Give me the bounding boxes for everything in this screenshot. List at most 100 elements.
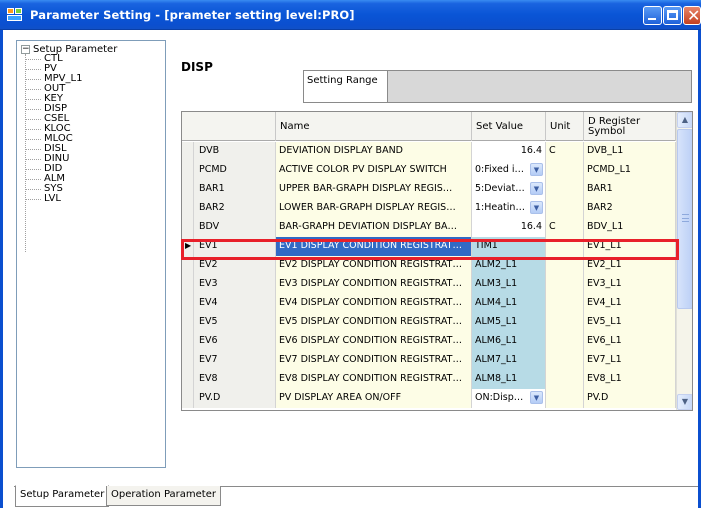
row-value[interactable]: ALM6_L1 <box>472 332 546 351</box>
row-register: DVB_L1 <box>584 142 676 161</box>
row-name[interactable]: BAR-GRAPH DEVIATION DISPLAY BA… <box>276 218 472 237</box>
table-row[interactable]: EV3 EV3 DISPLAY CONDITION REGISTRAT… ALM3_… <box>182 275 676 294</box>
header-name[interactable]: Name <box>276 112 472 141</box>
dropdown-selected-value: ON:Disp… <box>475 392 524 403</box>
row-name[interactable]: EV5 DISPLAY CONDITION REGISTRAT… <box>276 313 472 332</box>
row-selector[interactable] <box>182 180 194 199</box>
row-selector[interactable] <box>182 313 194 332</box>
table-row[interactable]: EV2 EV2 DISPLAY CONDITION REGISTRAT… ALM2_… <box>182 256 676 275</box>
row-symbol: EV3 <box>194 275 276 294</box>
minimize-button[interactable] <box>643 6 662 25</box>
tree-item-lvl[interactable]: LVL <box>24 194 82 204</box>
row-selector[interactable] <box>182 218 194 237</box>
row-register: EV3_L1 <box>584 275 676 294</box>
tab-setup-parameter[interactable]: Setup Parameter <box>15 485 110 507</box>
table-row[interactable]: EV4 EV4 DISPLAY CONDITION REGISTRAT… ALM4_… <box>182 294 676 313</box>
table-row[interactable]: PCMD ACTIVE COLOR PV DISPLAY SWITCH 0:Fixe… <box>182 161 676 180</box>
value-dropdown[interactable]: 0:Fixed i… ▼ <box>475 162 545 177</box>
scroll-up-icon[interactable]: ▲ <box>677 112 692 128</box>
row-selector[interactable] <box>182 142 194 161</box>
maximize-button[interactable] <box>663 6 682 25</box>
table-row[interactable]: PV.D PV DISPLAY AREA ON/OFF ON:Disp… ▼ PV.D <box>182 389 676 408</box>
row-value[interactable]: TIM1 <box>472 237 546 256</box>
parameter-tree[interactable]: − Setup Parameter CTL PV MPV_L1 OUT KEY DISP CS… <box>16 40 166 468</box>
row-value-select[interactable]: 0:Fixed i… ▼ <box>472 161 546 180</box>
value-dropdown[interactable]: 5:Deviat… ▼ <box>475 181 545 196</box>
row-name[interactable]: EV6 DISPLAY CONDITION REGISTRAT… <box>276 332 472 351</box>
row-symbol: BAR2 <box>194 199 276 218</box>
row-value[interactable]: ALM5_L1 <box>472 313 546 332</box>
row-selector[interactable] <box>182 370 194 389</box>
row-register: EV5_L1 <box>584 313 676 332</box>
header-unit[interactable]: Unit <box>546 112 584 141</box>
parameter-grid[interactable]: Name Set Value Unit D Register Symbol DV… <box>181 111 693 411</box>
row-register: EV2_L1 <box>584 256 676 275</box>
row-selector[interactable]: ▶ <box>182 237 194 256</box>
row-selector[interactable] <box>182 389 194 408</box>
table-row[interactable]: EV8 EV8 DISPLAY CONDITION REGISTRAT… ALM8_… <box>182 370 676 389</box>
row-selector[interactable] <box>182 332 194 351</box>
table-row[interactable]: DVB DEVIATION DISPLAY BAND 16.4 C DVB_L1 <box>182 142 676 161</box>
row-register: EV7_L1 <box>584 351 676 370</box>
row-symbol: BAR1 <box>194 180 276 199</box>
row-symbol: EV2 <box>194 256 276 275</box>
row-selector[interactable] <box>182 161 194 180</box>
scroll-thumb[interactable] <box>677 129 692 309</box>
row-name[interactable]: EV4 DISPLAY CONDITION REGISTRAT… <box>276 294 472 313</box>
table-row[interactable]: BAR1 UPPER BAR-GRAPH DISPLAY REGIS… 5:Devi… <box>182 180 676 199</box>
dropdown-selected-value: 1:Heatin… <box>475 202 525 213</box>
row-name[interactable]: EV8 DISPLAY CONDITION REGISTRAT… <box>276 370 472 389</box>
row-selector[interactable] <box>182 351 194 370</box>
row-symbol: EV5 <box>194 313 276 332</box>
row-unit <box>546 256 584 275</box>
row-symbol: PV.D <box>194 389 276 408</box>
tree-connector <box>25 54 26 252</box>
row-name[interactable]: EV3 DISPLAY CONDITION REGISTRAT… <box>276 275 472 294</box>
row-unit <box>546 161 584 180</box>
row-selector[interactable] <box>182 199 194 218</box>
row-selector[interactable] <box>182 256 194 275</box>
row-name[interactable]: EV7 DISPLAY CONDITION REGISTRAT… <box>276 351 472 370</box>
value-dropdown[interactable]: ON:Disp… ▼ <box>475 390 545 405</box>
row-value-select[interactable]: 1:Heatin… ▼ <box>472 199 546 218</box>
table-row[interactable]: EV5 EV5 DISPLAY CONDITION REGISTRAT… ALM5_… <box>182 313 676 332</box>
table-row[interactable]: EV7 EV7 DISPLAY CONDITION REGISTRAT… ALM7_… <box>182 351 676 370</box>
row-value[interactable]: ALM4_L1 <box>472 294 546 313</box>
row-value-select[interactable]: 5:Deviat… ▼ <box>472 180 546 199</box>
row-name[interactable]: PV DISPLAY AREA ON/OFF <box>276 389 472 408</box>
row-value[interactable]: ALM7_L1 <box>472 351 546 370</box>
row-name[interactable]: UPPER BAR-GRAPH DISPLAY REGIS… <box>276 180 472 199</box>
vertical-scrollbar[interactable]: ▲ ▼ <box>676 112 692 410</box>
row-value[interactable]: ALM2_L1 <box>472 256 546 275</box>
row-selector[interactable] <box>182 275 194 294</box>
tab-operation-parameter[interactable]: Operation Parameter <box>106 486 221 506</box>
row-value[interactable]: 16.4 <box>472 218 546 237</box>
title-bar[interactable]: Parameter Setting - [prameter setting le… <box>0 0 701 30</box>
row-value-select[interactable]: ON:Disp… ▼ <box>472 389 546 408</box>
table-row[interactable]: BAR2 LOWER BAR-GRAPH DISPLAY REGIS… 1:Heat… <box>182 199 676 218</box>
table-row[interactable]: ▶ EV1 EV1 DISPLAY CONDITION REGISTRAT… TIM1… <box>182 237 676 256</box>
row-name[interactable]: ACTIVE COLOR PV DISPLAY SWITCH <box>276 161 472 180</box>
value-dropdown[interactable]: 1:Heatin… ▼ <box>475 200 545 215</box>
collapse-icon[interactable]: − <box>21 44 30 54</box>
table-row[interactable]: EV6 EV6 DISPLAY CONDITION REGISTRAT… ALM6_… <box>182 332 676 351</box>
row-register: EV4_L1 <box>584 294 676 313</box>
table-row[interactable]: BDV BAR-GRAPH DEVIATION DISPLAY BA… 16.4 C B… <box>182 218 676 237</box>
tree-item-ctl[interactable]: CTL <box>24 54 82 64</box>
row-name[interactable]: EV1 DISPLAY CONDITION REGISTRAT… <box>276 237 472 256</box>
row-name[interactable]: DEVIATION DISPLAY BAND <box>276 142 472 161</box>
chevron-down-icon[interactable]: ▼ <box>530 163 543 176</box>
row-value[interactable]: 16.4 <box>472 142 546 161</box>
row-selector[interactable] <box>182 294 194 313</box>
row-name[interactable]: EV2 DISPLAY CONDITION REGISTRAT… <box>276 256 472 275</box>
header-register[interactable]: D Register Symbol <box>584 112 676 141</box>
row-value[interactable]: ALM8_L1 <box>472 370 546 389</box>
chevron-down-icon[interactable]: ▼ <box>530 201 543 214</box>
row-name[interactable]: LOWER BAR-GRAPH DISPLAY REGIS… <box>276 199 472 218</box>
header-set-value[interactable]: Set Value <box>472 112 546 141</box>
close-button[interactable]: ✕ <box>683 6 701 25</box>
row-value[interactable]: ALM3_L1 <box>472 275 546 294</box>
chevron-down-icon[interactable]: ▼ <box>530 391 543 404</box>
chevron-down-icon[interactable]: ▼ <box>530 182 543 195</box>
scroll-down-icon[interactable]: ▼ <box>677 394 692 410</box>
